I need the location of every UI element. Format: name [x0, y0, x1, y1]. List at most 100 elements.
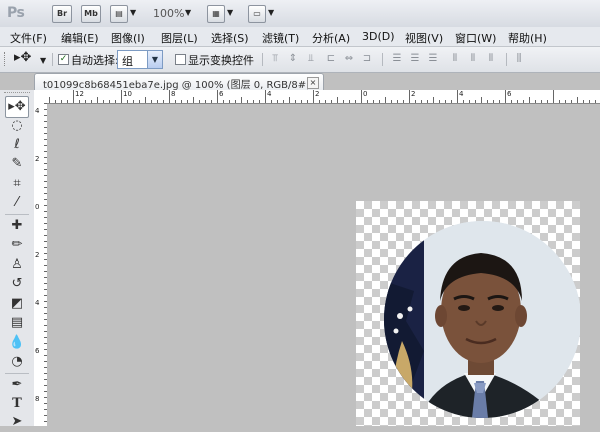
chevron-down-icon[interactable]: ▼: [147, 51, 162, 68]
history-brush-icon[interactable]: ↺: [5, 274, 29, 294]
ruler-tick: [169, 90, 170, 103]
ruler-tick: [547, 100, 548, 103]
zoom-level[interactable]: 100%: [153, 7, 184, 20]
move-tool-preset-icon[interactable]: ▸✥: [14, 50, 31, 65]
ruler-tick: [505, 90, 506, 103]
distribute-horizontal-center-icon[interactable]: ⦀: [466, 53, 480, 65]
ruler-tick: [595, 100, 596, 103]
menu-window[interactable]: 窗口(W): [455, 30, 496, 46]
ruler-tick: [535, 100, 536, 103]
ruler-number: 0: [35, 203, 40, 211]
vertical-ruler[interactable]: 42024680: [34, 103, 48, 426]
menu-select[interactable]: 选择(S): [211, 30, 249, 46]
align-left-icon[interactable]: ⊏: [324, 53, 338, 65]
ruler-number: 12: [75, 90, 84, 98]
ruler-tick: [133, 100, 134, 103]
distribute-vertical-center-icon[interactable]: ☰: [408, 53, 422, 65]
align-vertical-center-icon[interactable]: ⇕: [286, 53, 300, 65]
ruler-tick: [415, 100, 416, 103]
eyedropper-tool-icon[interactable]: ⁄: [5, 193, 29, 213]
menu-help[interactable]: 帮助(H): [508, 30, 547, 46]
lasso-tool-icon[interactable]: ℓ: [5, 135, 29, 155]
pen-tool-icon[interactable]: ✒: [5, 375, 29, 395]
menu-layer[interactable]: 图层(L): [161, 30, 198, 46]
gradient-tool-icon[interactable]: ▤: [5, 313, 29, 333]
mini-bridge-button[interactable]: Mb: [81, 5, 101, 23]
menu-bar: 文件(F) 编辑(E) 图像(I) 图层(L) 选择(S) 滤镜(T) 分析(A…: [0, 27, 600, 47]
ruler-tick: [67, 100, 68, 103]
menu-analysis[interactable]: 分析(A): [312, 30, 350, 46]
ruler-tick: [241, 97, 242, 103]
distribute-right-icon[interactable]: ⦀: [484, 53, 498, 65]
ruler-tick: [163, 100, 164, 103]
ruler-tick: [511, 100, 512, 103]
ruler-tick: [301, 100, 302, 103]
arrange-documents-button[interactable]: ▦: [207, 5, 225, 23]
menu-image[interactable]: 图像(I): [111, 30, 145, 46]
brush-tool-icon[interactable]: ✏: [5, 235, 29, 255]
align-bottom-icon[interactable]: ⫫: [304, 53, 318, 65]
ruler-number: 8: [171, 90, 176, 98]
view-extras-button[interactable]: ▤: [110, 5, 128, 23]
path-select-icon[interactable]: ➤: [5, 412, 29, 432]
distribute-top-icon[interactable]: ☰: [390, 53, 404, 65]
ruler-tick: [589, 100, 590, 103]
menu-filter[interactable]: 滤镜(T): [262, 30, 299, 46]
chevron-down-icon[interactable]: ▼: [130, 8, 136, 17]
close-icon[interactable]: ×: [307, 77, 319, 89]
move-tool-icon[interactable]: ▸✥: [5, 96, 29, 118]
ruler-origin[interactable]: [34, 90, 48, 104]
ruler-tick: [307, 100, 308, 103]
eraser-tool-icon[interactable]: ◩: [5, 294, 29, 314]
chevron-down-icon[interactable]: ▼: [40, 56, 46, 65]
type-tool-icon[interactable]: T: [5, 394, 29, 414]
ruler-number: 8: [35, 395, 40, 403]
ruler-tick: [235, 100, 236, 103]
ruler-tick: [265, 90, 266, 103]
quick-select-tool-icon[interactable]: ✎: [5, 154, 29, 174]
distribute-bottom-icon[interactable]: ☰: [426, 53, 440, 65]
align-horizontal-center-icon[interactable]: ⇔: [342, 53, 356, 65]
crop-tool-icon[interactable]: ⌗: [5, 174, 29, 194]
document-tab[interactable]: t01099c8b68451eba7e.jpg @ 100% (图层 0, RG…: [34, 73, 324, 91]
align-top-icon[interactable]: ⫪: [268, 53, 282, 65]
chevron-down-icon[interactable]: ▼: [185, 8, 191, 17]
horizontal-ruler[interactable]: 12 10 8 6 4 2 0 2 4 6: [47, 90, 600, 104]
ruler-tick: [139, 100, 140, 103]
ruler-tick: [469, 100, 470, 103]
screen-mode-button[interactable]: ▭: [248, 5, 266, 23]
ruler-tick: [187, 100, 188, 103]
ruler-tick: [349, 100, 350, 103]
show-transform-checkbox[interactable]: [175, 54, 186, 65]
dodge-tool-icon[interactable]: ◔: [5, 352, 29, 372]
menu-3d[interactable]: 3D(D): [362, 30, 395, 43]
align-right-icon[interactable]: ⊐: [360, 53, 374, 65]
chevron-down-icon[interactable]: ▼: [268, 8, 274, 17]
ruler-tick: [529, 97, 530, 103]
ruler-number: 6: [35, 347, 40, 355]
marquee-tool-icon[interactable]: ◌: [5, 116, 29, 136]
auto-select-target-dropdown[interactable]: 组 ▼: [117, 50, 163, 69]
menu-file[interactable]: 文件(F): [10, 30, 47, 46]
ruler-tick: [145, 97, 146, 103]
distribute-left-icon[interactable]: ⦀: [448, 53, 462, 65]
menu-view[interactable]: 视图(V): [405, 30, 443, 46]
ruler-tick: [565, 100, 566, 103]
bridge-button[interactable]: Br: [52, 5, 72, 23]
options-grip[interactable]: [4, 52, 7, 66]
ruler-tick: [409, 90, 410, 103]
healing-brush-icon[interactable]: ✚: [5, 216, 29, 236]
menu-edit[interactable]: 编辑(E): [61, 30, 99, 46]
auto-select-checkbox[interactable]: ✓: [58, 54, 69, 65]
ruler-tick: [463, 100, 464, 103]
chevron-down-icon[interactable]: ▼: [227, 8, 233, 17]
ruler-tick: [283, 100, 284, 103]
ruler-tick: [355, 100, 356, 103]
auto-align-layers-icon[interactable]: ⫼: [512, 53, 526, 65]
document-canvas[interactable]: [356, 201, 580, 426]
clone-stamp-icon[interactable]: ♙: [5, 255, 29, 275]
ruler-number: 10: [123, 90, 132, 98]
blur-tool-icon[interactable]: 💧: [5, 333, 29, 353]
ruler-tick: [211, 100, 212, 103]
application-bar: Ps Br Mb ▤ ▼ 100% ▼ ▦ ▼ ▭ ▼: [0, 0, 600, 28]
